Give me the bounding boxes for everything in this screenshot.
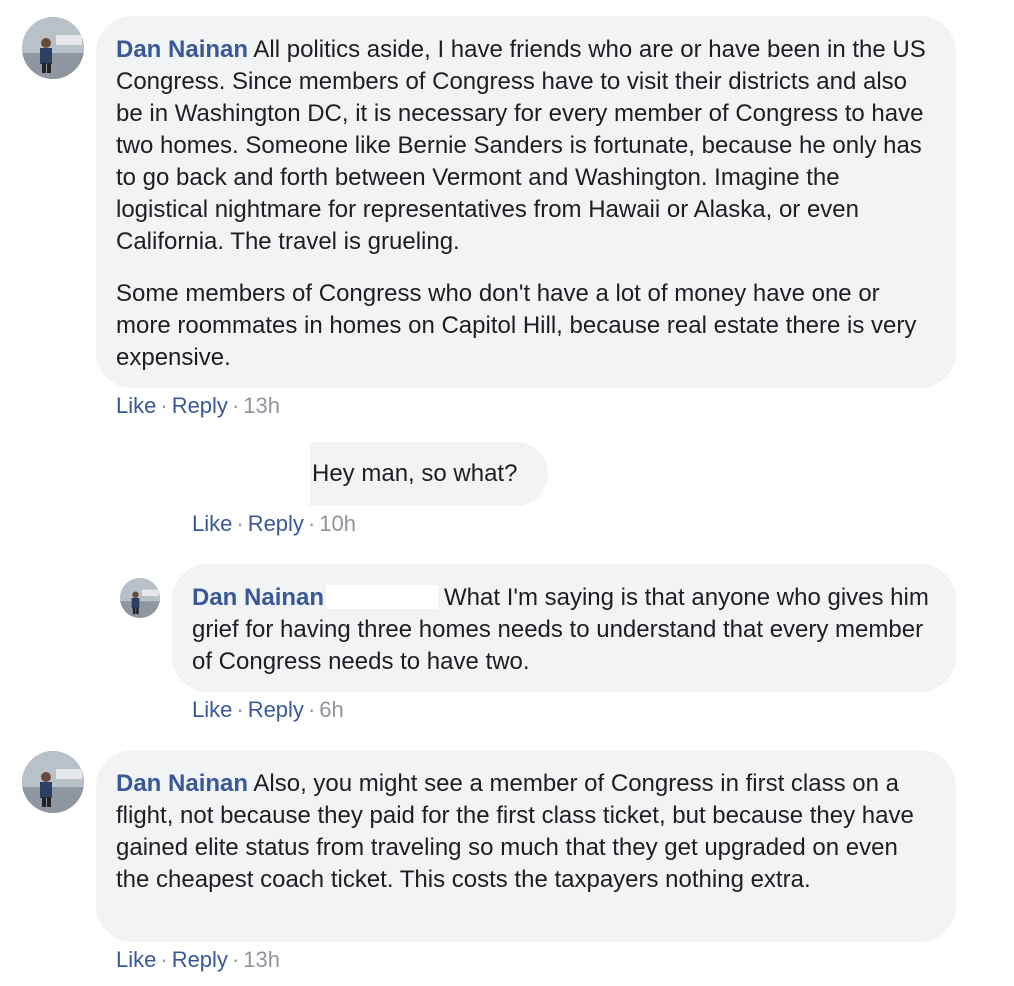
author-name[interactable]: Dan Nainan bbox=[116, 770, 248, 797]
comment-actions: Like · Reply · 13h bbox=[116, 947, 280, 973]
reply-link[interactable]: Reply bbox=[248, 511, 304, 536]
profile-photo-icon bbox=[22, 17, 84, 79]
comment-text: Dan Nainan All politics aside, I have fr… bbox=[116, 34, 936, 258]
like-link[interactable]: Like bbox=[116, 947, 156, 972]
reply-actions: Like · Reply · 10h bbox=[192, 511, 356, 537]
comment-body-paragraph: Some members of Congress who don't have … bbox=[116, 280, 917, 371]
comment-bubble: Dan Nainan Also, you might see a member … bbox=[96, 750, 956, 942]
timestamp[interactable]: 6h bbox=[319, 697, 343, 722]
author-name[interactable]: Dan Nainan bbox=[192, 584, 324, 611]
separator: · bbox=[307, 511, 316, 536]
reply-actions: Like · Reply · 6h bbox=[192, 697, 344, 723]
avatar[interactable] bbox=[22, 751, 84, 813]
separator: · bbox=[236, 697, 244, 722]
avatar[interactable] bbox=[120, 578, 160, 618]
comment-body: All politics aside, I have friends who a… bbox=[116, 36, 926, 255]
separator: · bbox=[160, 947, 168, 972]
reply-text: Hey man, so what? bbox=[312, 460, 518, 487]
reply-text: Dan Nainan What I'm saying is that anyone… bbox=[192, 582, 936, 678]
timestamp[interactable]: 13h bbox=[243, 947, 280, 972]
profile-photo-icon bbox=[22, 751, 84, 813]
author-name[interactable]: Dan Nainan bbox=[116, 36, 248, 63]
reply-bubble: Dan Nainan What I'm saying is that anyone… bbox=[172, 564, 956, 692]
like-link[interactable]: Like bbox=[116, 393, 156, 418]
timestamp[interactable]: 10h bbox=[319, 511, 356, 536]
reply-link[interactable]: Reply bbox=[172, 393, 228, 418]
reply-link[interactable]: Reply bbox=[248, 697, 304, 722]
timestamp[interactable]: 13h bbox=[243, 393, 280, 418]
separator: · bbox=[231, 393, 240, 418]
comment-text: Dan Nainan Also, you might see a member … bbox=[116, 768, 936, 896]
redacted-mention bbox=[326, 585, 439, 609]
separator: · bbox=[231, 947, 240, 972]
like-link[interactable]: Like bbox=[192, 511, 232, 536]
reply-link[interactable]: Reply bbox=[172, 947, 228, 972]
separator: · bbox=[160, 393, 168, 418]
comment-bubble: Dan Nainan All politics aside, I have fr… bbox=[96, 16, 956, 388]
separator: · bbox=[236, 511, 244, 536]
redacted-author-area bbox=[120, 440, 310, 508]
comment-actions: Like · Reply · 13h bbox=[116, 393, 280, 419]
avatar[interactable] bbox=[22, 17, 84, 79]
profile-photo-icon bbox=[120, 578, 160, 618]
separator: · bbox=[307, 697, 316, 722]
like-link[interactable]: Like bbox=[192, 697, 232, 722]
